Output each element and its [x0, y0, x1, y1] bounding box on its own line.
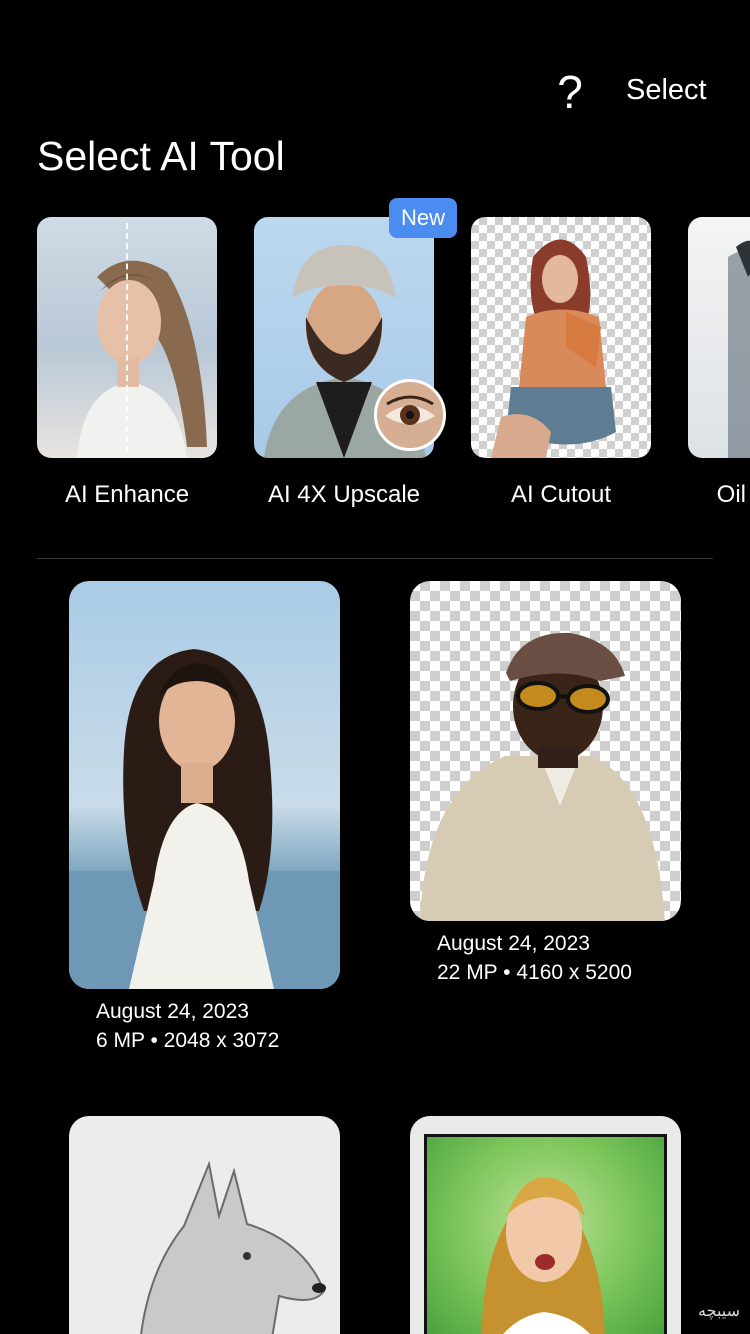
watermark-logo: سیبچه	[698, 1303, 740, 1320]
ai-enhance-thumbnail	[37, 217, 217, 458]
photo-size-info: 22 MP • 4160 x 5200	[437, 961, 632, 984]
gallery-photo[interactable]	[69, 581, 340, 989]
ai-tool-screen: ? Select Select AI Tool New AI Enhance A…	[0, 0, 750, 1334]
tool-label: AI Enhance	[64, 481, 190, 508]
oil-portrait-image	[728, 240, 750, 458]
compare-divider	[126, 223, 128, 452]
cutout-woman-image	[491, 239, 616, 458]
comic-woman-image	[481, 1177, 605, 1334]
tool-ai-enhance[interactable]: AI Enhance	[37, 217, 217, 508]
gallery-photo[interactable]	[410, 581, 681, 921]
photo-meta: August 24, 2023 22 MP • 4160 x 5200	[437, 929, 632, 987]
eye-zoom-icon	[374, 379, 446, 451]
tool-carousel[interactable]: AI Enhance AI 4X Upscale AI Cutout Oil	[0, 200, 750, 530]
select-button[interactable]: Select	[626, 70, 707, 110]
photo-meta: August 24, 2023 6 MP • 2048 x 3072	[96, 997, 279, 1055]
tool-ai-cutout[interactable]: AI Cutout	[471, 217, 651, 508]
ai-cutout-thumbnail	[471, 217, 651, 458]
photo-date: August 24, 2023	[437, 932, 590, 955]
photo-date: August 24, 2023	[96, 1000, 249, 1023]
photo-size-info: 6 MP • 2048 x 3072	[96, 1029, 280, 1052]
tool-ai-4x-upscale[interactable]: AI 4X Upscale	[254, 217, 446, 508]
sketch-wolf-photo	[140, 1160, 326, 1334]
comic-frame	[424, 1134, 667, 1334]
beach-woman-photo	[69, 649, 340, 989]
new-badge: New	[389, 198, 457, 238]
oil-thumbnail	[688, 217, 750, 458]
cutout-man-photo	[420, 632, 665, 921]
tool-label: AI 4X Upscale	[267, 481, 421, 508]
tool-label: Oil	[716, 481, 746, 508]
tool-oil[interactable]: Oil	[688, 217, 750, 508]
page-title: Select AI Tool	[37, 133, 285, 179]
gallery-photo[interactable]	[69, 1116, 340, 1334]
help-button[interactable]: ?	[552, 62, 588, 122]
section-divider	[37, 558, 713, 559]
gallery-photo[interactable]	[410, 1116, 681, 1334]
